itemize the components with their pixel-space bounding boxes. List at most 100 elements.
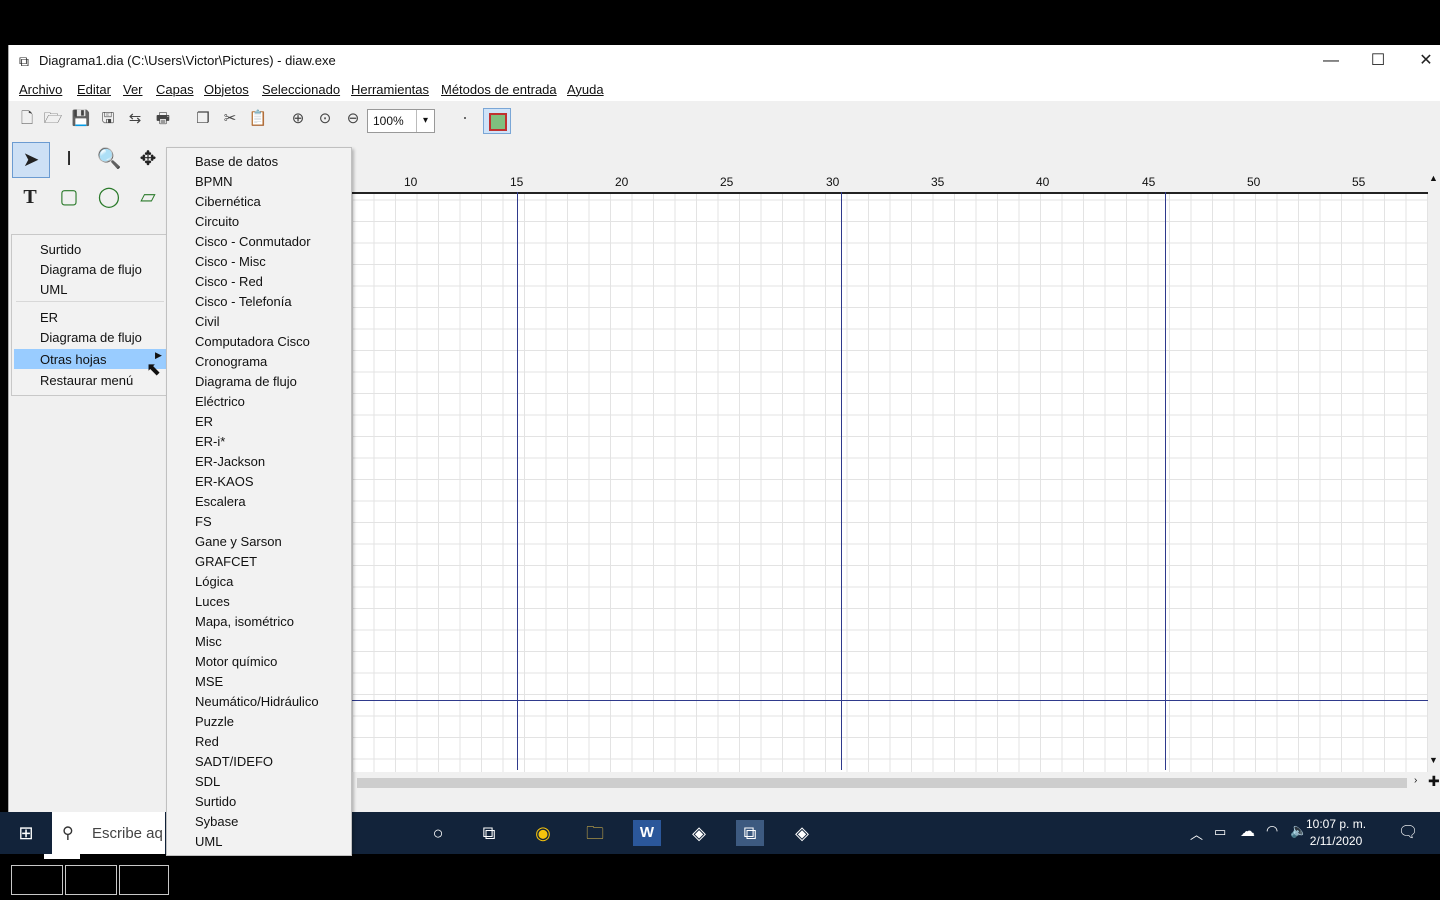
new-file-icon[interactable]: 🗋 <box>15 107 39 131</box>
maximize-button[interactable]: ☐ <box>1355 45 1401 76</box>
submenu-item[interactable]: Diagrama de flujo <box>195 374 297 389</box>
submenu-item[interactable]: Escalera <box>195 494 246 509</box>
submenu-item[interactable]: SDL <box>195 774 220 789</box>
chrome-icon[interactable]: ◉ <box>529 820 557 846</box>
sheet-item-surtido[interactable]: Surtido <box>40 242 81 257</box>
dia-taskbar-icon[interactable]: ⧉ <box>736 820 764 846</box>
sheet-item-otras-hojas[interactable]: Otras hojas <box>40 352 106 367</box>
submenu-item[interactable]: MSE <box>195 674 223 689</box>
menu-metodos-de-entrada[interactable]: Métodos de entrada <box>441 82 557 97</box>
app-icon[interactable]: ◈ <box>685 820 713 846</box>
text-edit-tool-icon[interactable]: I <box>51 142 87 176</box>
chevron-down-icon[interactable]: ▾ <box>416 110 434 132</box>
save-as-icon[interactable]: 🖫 <box>96 107 120 131</box>
scrollbar-thumb[interactable] <box>357 778 1407 788</box>
battery-icon[interactable]: ▭ <box>1214 824 1226 840</box>
wifi-icon[interactable]: ◠ <box>1266 822 1278 839</box>
pointer-tool-icon[interactable]: ➤ <box>12 142 50 178</box>
menu-editar[interactable]: Editar <box>77 82 111 97</box>
line-start-style-button[interactable] <box>11 865 63 895</box>
submenu-item[interactable]: Circuito <box>195 214 239 229</box>
menu-objetos[interactable]: Objetos <box>204 82 249 97</box>
export-icon[interactable]: ⇆ <box>123 107 147 131</box>
paste-icon[interactable]: 📋 <box>246 107 270 131</box>
submenu-item[interactable]: Misc <box>195 634 222 649</box>
navigation-cross-icon[interactable]: ✚ <box>1428 773 1440 790</box>
menu-ver[interactable]: Ver <box>123 82 143 97</box>
cut-icon[interactable]: ✂ <box>218 107 242 131</box>
submenu-item[interactable]: SADT/IDEFO <box>195 754 273 769</box>
scroll-up-icon[interactable]: ▲ <box>1429 173 1438 183</box>
polygon-tool-icon[interactable]: ▱ <box>130 180 166 214</box>
submenu-item[interactable]: Lógica <box>195 574 233 589</box>
submenu-item[interactable]: UML <box>195 834 222 849</box>
zoom-select[interactable]: 100% ▾ <box>367 109 435 133</box>
grid-snap-icon[interactable]: ⋅ <box>453 107 477 131</box>
sheet-item-restaurar-menu[interactable]: Restaurar menú <box>40 373 133 388</box>
submenu-item[interactable]: ER <box>195 414 213 429</box>
submenu-item[interactable]: Cisco - Misc <box>195 254 266 269</box>
menu-capas[interactable]: Capas <box>156 82 194 97</box>
zoom-in-icon[interactable]: ⊕ <box>286 107 310 131</box>
menu-herramientas[interactable]: Herramientas <box>351 82 429 97</box>
text-tool-icon[interactable]: T <box>12 180 48 214</box>
open-folder-icon[interactable]: 🗁 <box>41 107 65 131</box>
zoom-out-icon[interactable]: ⊖ <box>341 107 365 131</box>
vertical-scrollbar[interactable]: ▲ ▼ <box>1428 173 1440 773</box>
save-icon[interactable]: 💾 <box>69 107 93 131</box>
taskbar-clock[interactable]: 10:07 p. m. 2/11/2020 <box>1306 816 1366 850</box>
copy-icon[interactable]: ❐ <box>191 107 215 131</box>
windows-start-icon[interactable]: ⊞ <box>12 820 40 846</box>
menu-seleccionado[interactable]: Seleccionado <box>262 82 340 97</box>
submenu-item[interactable]: Motor químico <box>195 654 277 669</box>
submenu-item[interactable]: Cisco - Telefonía <box>195 294 292 309</box>
notification-icon[interactable]: 🗨 <box>1398 822 1418 842</box>
volume-icon[interactable]: 🔈 <box>1290 822 1307 839</box>
cortana-icon[interactable]: ○ <box>424 820 452 846</box>
line-style-button[interactable] <box>65 865 117 895</box>
submenu-item[interactable]: Mapa, isométrico <box>195 614 294 629</box>
submenu-item[interactable]: Cronograma <box>195 354 267 369</box>
submenu-item[interactable]: BPMN <box>195 174 233 189</box>
line-end-style-button[interactable] <box>119 865 169 895</box>
submenu-item[interactable]: Cisco - Red <box>195 274 263 289</box>
move-tool-icon[interactable]: ✥ <box>130 142 166 176</box>
menu-ayuda[interactable]: Ayuda <box>567 82 604 97</box>
submenu-item[interactable]: Cisco - Conmutador <box>195 234 311 249</box>
submenu-item[interactable]: Puzzle <box>195 714 234 729</box>
file-explorer-icon[interactable]: 🗀 <box>581 820 609 846</box>
snap-to-objects-button[interactable] <box>483 108 511 134</box>
print-icon[interactable]: 🖶 <box>151 107 175 131</box>
submenu-item[interactable]: ER-Jackson <box>195 454 265 469</box>
submenu-item[interactable]: Luces <box>195 594 230 609</box>
submenu-item[interactable]: GRAFCET <box>195 554 257 569</box>
submenu-item[interactable]: Cibernética <box>195 194 261 209</box>
minimize-button[interactable]: — <box>1308 45 1354 76</box>
diagram-canvas[interactable] <box>352 178 1428 772</box>
horizontal-scrollbar[interactable]: › <box>352 774 1428 790</box>
sheet-item-diagrama-de-flujo-2[interactable]: Diagrama de flujo <box>40 330 142 345</box>
ellipse-tool-icon[interactable]: ◯ <box>91 180 127 214</box>
submenu-item[interactable]: Computadora Cisco <box>195 334 310 349</box>
sheet-item-er[interactable]: ER <box>40 310 58 325</box>
close-button[interactable]: ✕ <box>1403 45 1440 76</box>
submenu-item[interactable]: Sybase <box>195 814 238 829</box>
submenu-item[interactable]: Base de datos <box>195 154 278 169</box>
submenu-item[interactable]: FS <box>195 514 212 529</box>
word-icon[interactable]: W <box>633 820 661 846</box>
scroll-right-icon[interactable]: › <box>1414 775 1417 786</box>
scroll-down-icon[interactable]: ▼ <box>1429 755 1438 765</box>
submenu-item[interactable]: Civil <box>195 314 220 329</box>
submenu-item[interactable]: Red <box>195 734 219 749</box>
submenu-item[interactable]: Eléctrico <box>195 394 245 409</box>
submenu-item[interactable]: Gane y Sarson <box>195 534 282 549</box>
box-tool-icon[interactable]: ▢ <box>51 180 87 214</box>
submenu-item[interactable]: Neumático/Hidráulico <box>195 694 319 709</box>
chevron-up-icon[interactable]: ︿ <box>1190 824 1203 843</box>
sheet-item-diagrama-de-flujo[interactable]: Diagrama de flujo <box>40 262 142 277</box>
menu-archivo[interactable]: Archivo <box>19 82 62 97</box>
magnify-tool-icon[interactable]: 🔍 <box>91 142 127 176</box>
taskbar-search-box[interactable]: ⚲ Escribe aq <box>52 812 165 854</box>
submenu-item[interactable]: ER-i* <box>195 434 225 449</box>
submenu-item[interactable]: Surtido <box>195 794 236 809</box>
